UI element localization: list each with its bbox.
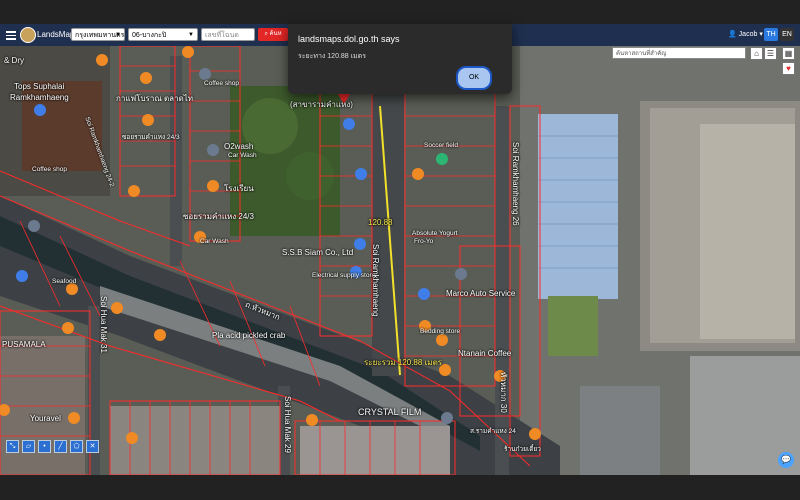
map-label: Seafood (52, 278, 77, 285)
draw-polygon-icon[interactable]: ⬠ (70, 440, 83, 453)
map-label: CRYSTAL FILM (358, 407, 422, 417)
map-label: Soi Hua Mak 29 (283, 396, 292, 453)
grid-icon[interactable]: ▦ (782, 47, 795, 60)
chat-icon[interactable]: 💬 (778, 452, 794, 468)
map-label: Electrical supply store (312, 272, 376, 279)
chevron-down-icon: ▾ (759, 31, 763, 38)
map-label: S.S.B Siam Co., Ltd (282, 248, 354, 257)
map-label: Soi Ramkhamhaeng (371, 244, 380, 317)
map-label: Coffee shop (32, 166, 67, 173)
map-label: O2wash (224, 142, 254, 151)
map-label: Tops Suphalai (14, 82, 65, 91)
chevron-down-icon: ▼ (115, 32, 121, 38)
map-label: ส.รามคำแหง 24 (470, 428, 516, 435)
map-label: Marco Auto Service (446, 289, 516, 298)
map-canvas[interactable]: & Dry Tops Suphalai Ramkhamhaeng กาแฟโบร… (0, 46, 800, 475)
user-icon: 👤 (728, 31, 737, 38)
ok-button[interactable]: OK (456, 66, 492, 90)
map-label: & Dry (4, 56, 24, 65)
layers-icon[interactable]: ☰ (764, 47, 777, 60)
lang-th-button[interactable]: TH (764, 28, 778, 41)
landsmaps-logo (20, 27, 36, 43)
map-label: ร้านก๋วยเตี๋ยว (504, 446, 541, 453)
place-search-input[interactable]: ค้นหาสถานที่สำคัญ (612, 47, 746, 59)
heart-icon[interactable]: ♥ (782, 62, 795, 75)
map-label: หัวหมาก 30 (499, 372, 508, 413)
province-select[interactable]: กรุงเทพมหานคร ▼ (71, 28, 125, 41)
lang-en-button[interactable]: EN (780, 28, 794, 41)
deed-number-placeholder: เลขที่โฉนด (205, 32, 239, 39)
map-label: Absolute Yogurt (412, 230, 458, 237)
map-label: Bedding store (420, 328, 461, 335)
clear-drawing-icon[interactable]: ✕ (86, 440, 99, 453)
map-label: (สาขารามคำแหง) (290, 100, 353, 109)
home-icon[interactable]: ⌂ (750, 47, 763, 60)
landsmaps-app: LandsMaps กรุงเทพมหานคร ▼ 06-บางกะปิ ▼ เ… (0, 0, 800, 500)
map-label: Fro-Yo (414, 238, 434, 245)
alert-dialog: landsmaps.dol.go.th says ระยะทาง 120.88 … (288, 24, 512, 94)
measurement-total-label: ระยะรวม 120.88 เมตร (364, 358, 443, 367)
map-label: Ramkhamhaeng (10, 93, 69, 102)
user-menu[interactable]: 👤 Jacob ▾ (728, 30, 763, 38)
map-label: Youravel (30, 414, 61, 423)
alert-title: landsmaps.dol.go.th says (298, 34, 400, 44)
search-button[interactable]: ⌕ ค้นห (258, 28, 288, 41)
map-label: Soi Hua Mak 31 (99, 296, 108, 353)
map-label: Ntanain Coffee (458, 349, 512, 358)
measure-distance-icon[interactable]: ⤡ (6, 440, 19, 453)
user-name: Jacob (738, 31, 758, 38)
map-label: Car Wash (228, 152, 257, 159)
map-label: ซอยรามคำแหง 24/3 (122, 134, 180, 141)
draw-point-icon[interactable]: • (38, 440, 51, 453)
map-label: กาแฟโบราณ ตลาดไท (116, 94, 194, 103)
measurement-label: 120.88 (368, 218, 393, 227)
measure-area-icon[interactable]: ▱ (22, 440, 35, 453)
map-label: Soccer field (424, 142, 458, 149)
district-select[interactable]: 06-บางกะปิ ▼ (128, 28, 198, 41)
draw-line-icon[interactable]: ╱ (54, 440, 67, 453)
map-label: Soi Ramkhamhaeng 26 (511, 142, 520, 226)
map-label: ซอยรามคำแหง 24/3 (183, 212, 254, 221)
map-label: Pla acid pickled crab (212, 331, 286, 340)
hamburger-menu-icon[interactable] (6, 29, 16, 41)
search-button-label: ค้นห (269, 31, 282, 37)
map-label: Car Wash (200, 238, 229, 245)
map-label: PUSAMALA (2, 340, 46, 349)
district-value: 06-บางกะปิ (132, 32, 167, 39)
search-icon: ⌕ (264, 31, 268, 37)
map-label: Coffee shop (204, 80, 239, 87)
alert-message: ระยะทาง 120.88 เมตร (298, 53, 366, 60)
deed-number-input[interactable]: เลขที่โฉนด (201, 28, 255, 41)
chevron-down-icon: ▼ (188, 32, 194, 38)
map-label: โรงเรียน (224, 184, 254, 193)
